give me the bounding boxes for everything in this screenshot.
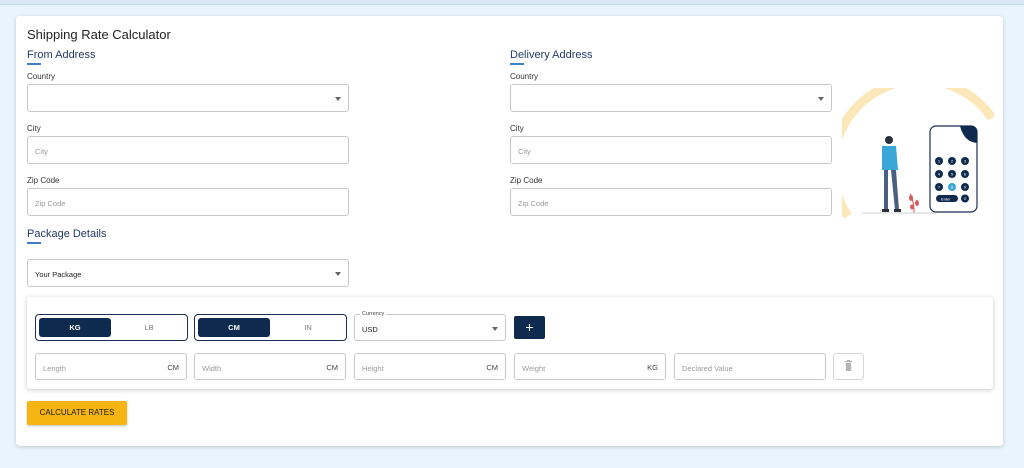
plus-icon: +	[525, 319, 534, 335]
weight-placeholder: Weight	[522, 364, 546, 373]
from-zip-label: Zip Code	[27, 176, 60, 185]
from-city-placeholder: City	[35, 147, 48, 156]
height-input[interactable]: Height CM	[354, 353, 506, 380]
delivery-zip-placeholder: Zip Code	[518, 199, 549, 208]
delivery-heading-underline	[510, 63, 524, 65]
length-unit: CM	[167, 363, 179, 372]
plant-leaf	[909, 195, 913, 201]
from-city-label: City	[27, 124, 41, 133]
currency-label: Currency	[360, 311, 387, 317]
package-details-heading: Package Details	[27, 228, 107, 240]
delivery-city-label: City	[510, 124, 524, 133]
weight-unit: KG	[647, 363, 658, 372]
from-country-select[interactable]	[27, 84, 349, 112]
package-select[interactable]: Your Package	[27, 259, 349, 287]
chevron-down-icon	[818, 97, 824, 101]
chevron-down-icon	[335, 97, 341, 101]
from-address-heading: From Address	[27, 49, 96, 61]
plant-icon	[909, 193, 919, 214]
height-unit: CM	[486, 363, 498, 372]
weight-unit-toggle: KG LB	[35, 314, 188, 341]
delivery-zip-label: Zip Code	[510, 176, 543, 185]
dimension-unit-toggle: CM IN	[194, 314, 347, 341]
enter-key-label: Enter	[941, 197, 951, 202]
unit-in-option[interactable]: IN	[272, 318, 344, 337]
person-shoe	[894, 209, 901, 212]
person-head	[885, 136, 893, 144]
package-panel: KG LB CM IN Currency USD + Length CM Wid…	[27, 297, 993, 389]
person-leg	[891, 170, 899, 210]
from-zip-input[interactable]: Zip Code	[27, 188, 349, 216]
add-package-button[interactable]: +	[514, 316, 545, 339]
delivery-country-select[interactable]	[510, 84, 832, 112]
delivery-city-input[interactable]: City	[510, 136, 832, 164]
person-shirt	[882, 146, 898, 170]
declared-value-placeholder: Declared Value	[682, 364, 733, 373]
calculator-card: Shipping Rate Calculator From Address Co…	[16, 16, 1003, 446]
currency-value: USD	[362, 325, 378, 334]
package-heading-underline	[27, 242, 41, 244]
top-bar	[0, 0, 1024, 5]
width-unit: CM	[326, 363, 338, 372]
unit-kg-option[interactable]: KG	[39, 318, 111, 337]
from-heading-underline	[27, 63, 41, 65]
from-country-label: Country	[27, 72, 56, 81]
package-select-value: Your Package	[35, 270, 82, 279]
unit-cm-option[interactable]: CM	[198, 318, 270, 337]
length-input[interactable]: Length CM	[35, 353, 187, 380]
from-zip-placeholder: Zip Code	[35, 199, 66, 208]
person-figure	[882, 136, 901, 212]
chevron-down-icon	[492, 327, 498, 331]
trash-icon	[845, 360, 852, 371]
delivery-country-label: Country	[510, 72, 539, 81]
delivery-zip-input[interactable]: Zip Code	[510, 188, 832, 216]
delivery-city-placeholder: City	[518, 147, 531, 156]
from-city-input[interactable]: City	[27, 136, 349, 164]
width-input[interactable]: Width CM	[194, 353, 346, 380]
unit-lb-option[interactable]: LB	[113, 318, 185, 337]
page-title: Shipping Rate Calculator	[27, 27, 171, 42]
declared-value-input[interactable]: Declared Value	[674, 353, 826, 380]
calculate-rates-button[interactable]: CALCULATE RATES	[27, 401, 127, 425]
delivery-address-heading: Delivery Address	[510, 49, 593, 61]
keypad-illustration: Enter 1 2 34 5 67 8 90	[842, 88, 994, 218]
person-shoe	[882, 209, 889, 212]
chevron-down-icon	[335, 272, 341, 276]
weight-input[interactable]: Weight KG	[514, 353, 666, 380]
currency-select[interactable]: Currency USD	[354, 311, 506, 341]
height-placeholder: Height	[362, 364, 384, 373]
plant-leaf	[910, 204, 914, 210]
length-placeholder: Length	[43, 364, 66, 373]
plant-leaf	[915, 200, 919, 206]
width-placeholder: Width	[202, 364, 222, 373]
delete-package-button[interactable]	[833, 353, 864, 380]
person-leg	[884, 170, 888, 210]
